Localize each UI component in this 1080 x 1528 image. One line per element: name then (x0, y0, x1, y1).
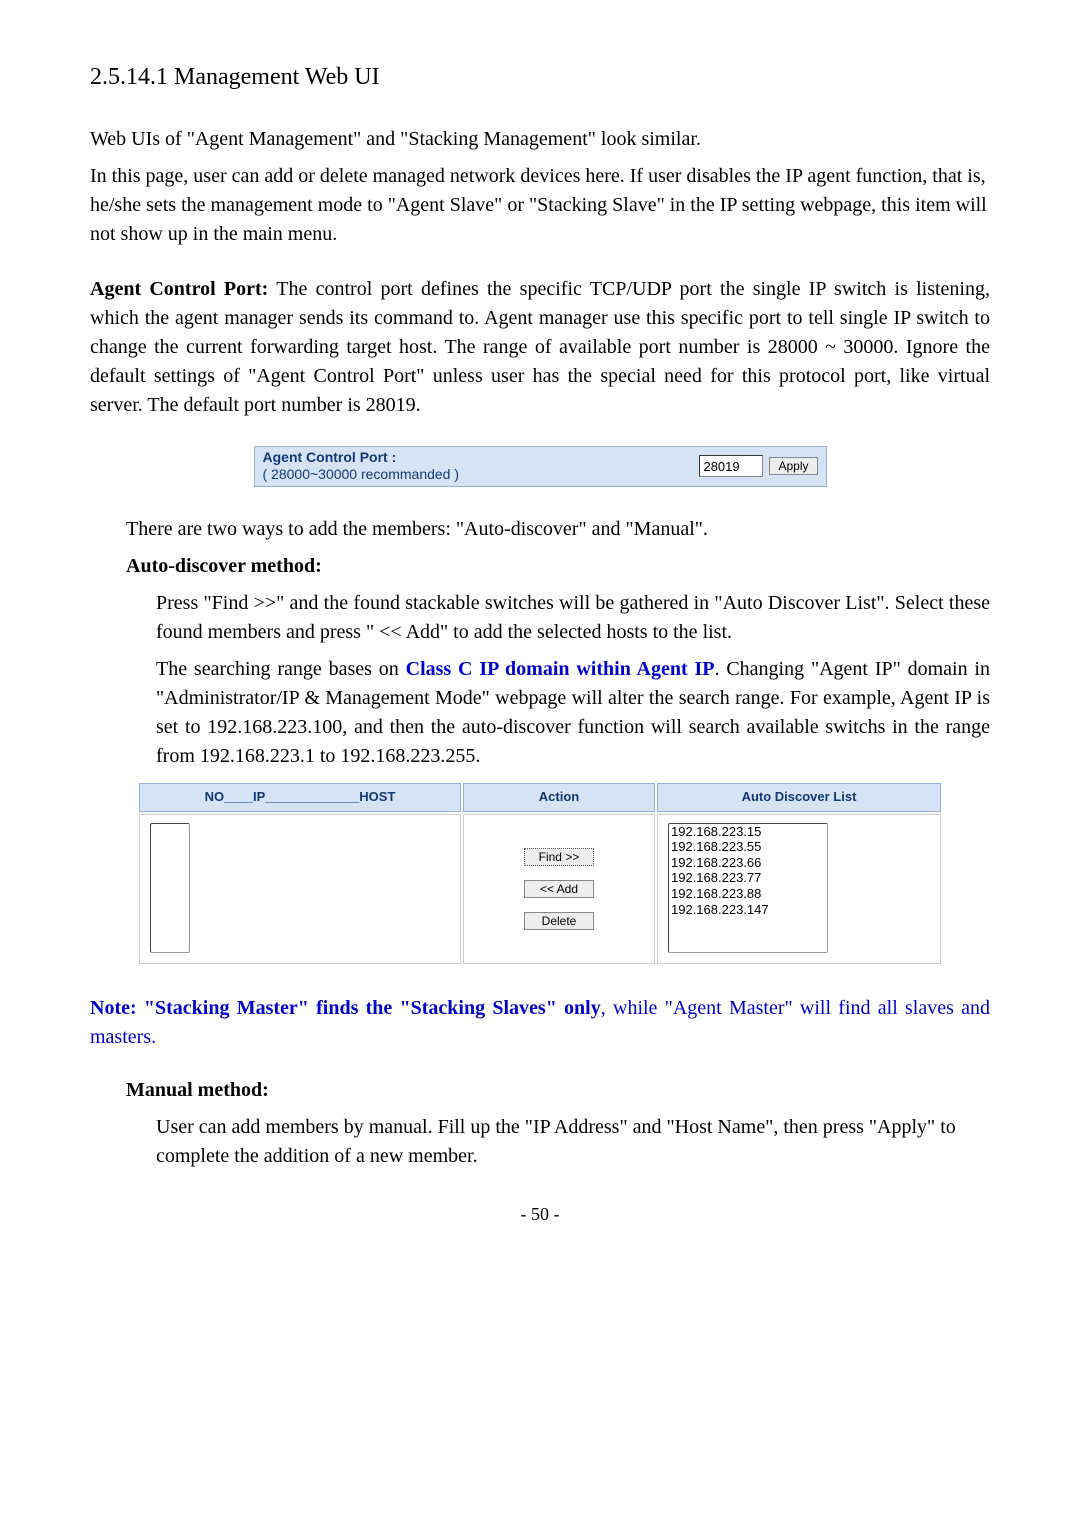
auto-discover-p1: Press "Find >>" and the found stackable … (156, 589, 990, 647)
find-button[interactable]: Find >> (524, 848, 594, 866)
note-bold: Note: "Stacking Master" finds the "Stack… (90, 997, 601, 1019)
port-figure-label-line1: Agent Control Port : (263, 449, 700, 467)
section-heading: 2.5.14.1 Management Web UI (90, 60, 990, 95)
td-auto-list: 192.168.223.15192.168.223.55192.168.223.… (657, 814, 941, 965)
agent-control-port-figure: Agent Control Port : ( 28000~30000 recom… (254, 446, 827, 487)
auto-discover-option[interactable]: 192.168.223.77 (669, 870, 827, 886)
auto-discover-option[interactable]: 192.168.223.66 (669, 855, 827, 871)
td-no-ip-host (139, 814, 461, 965)
manual-method-p1: User can add members by manual. Fill up … (90, 1113, 990, 1171)
auto-discover-option[interactable]: 192.168.223.88 (669, 886, 827, 902)
auto-discover-figure: NO____IP_____________HOST Action Auto Di… (137, 781, 943, 967)
agent-control-port-label: Agent Control Port: (90, 278, 268, 300)
delete-button[interactable]: Delete (524, 912, 594, 930)
add-button[interactable]: << Add (524, 880, 594, 898)
note-paragraph: Note: "Stacking Master" finds the "Stack… (90, 994, 990, 1052)
page-number: - 50 - (90, 1201, 990, 1227)
auto-discover-heading: Auto-discover method: (90, 552, 990, 581)
auto-p2-link: Class C IP domain within Agent IP (406, 658, 715, 680)
port-figure-label-line2: ( 28000~30000 recommanded ) (263, 466, 700, 484)
td-action: Find >> << Add Delete (463, 814, 655, 965)
paragraph-agent-control-port: Agent Control Port: The control port def… (90, 275, 990, 420)
apply-button[interactable]: Apply (769, 457, 817, 475)
auto-p2-pre: The searching range bases on (156, 658, 406, 680)
paragraph-intro-1: Web UIs of "Agent Management" and "Stack… (90, 125, 990, 154)
th-auto-discover-list: Auto Discover List (657, 783, 941, 812)
th-action: Action (463, 783, 655, 812)
paragraph-two-ways: There are two ways to add the members: "… (90, 515, 990, 544)
manual-method-heading: Manual method: (90, 1076, 990, 1105)
auto-discover-option[interactable]: 192.168.223.55 (669, 839, 827, 855)
th-no-ip-host: NO____IP_____________HOST (139, 783, 461, 812)
auto-discover-p2: The searching range bases on Class C IP … (156, 655, 990, 771)
member-listbox[interactable] (150, 823, 190, 953)
paragraph-intro-2: In this page, user can add or delete man… (90, 162, 990, 249)
port-input[interactable] (699, 455, 763, 477)
port-figure-label: Agent Control Port : ( 28000~30000 recom… (263, 449, 700, 484)
auto-discover-listbox[interactable]: 192.168.223.15192.168.223.55192.168.223.… (668, 823, 828, 953)
auto-discover-option[interactable]: 192.168.223.15 (669, 824, 827, 840)
auto-discover-option[interactable]: 192.168.223.147 (669, 902, 827, 918)
